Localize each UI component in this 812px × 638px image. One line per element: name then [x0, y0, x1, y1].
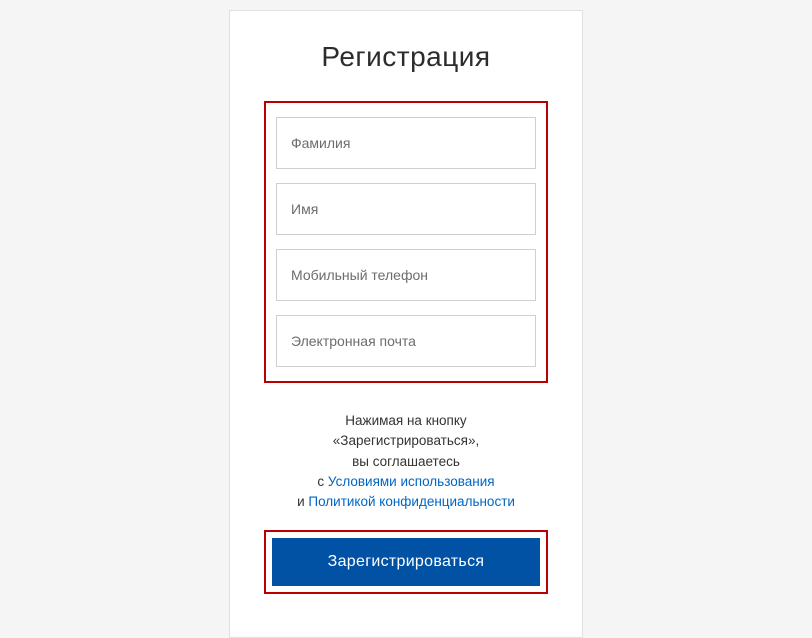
firstname-field[interactable]: [276, 183, 536, 235]
consent-text: Нажимая на кнопку «Зарегистрироваться», …: [264, 411, 548, 512]
consent-line1: Нажимая на кнопку: [345, 413, 466, 428]
phone-field[interactable]: [276, 249, 536, 301]
submit-highlight-box: Зарегистрироваться: [264, 530, 548, 594]
register-button[interactable]: Зарегистрироваться: [272, 538, 540, 586]
terms-link[interactable]: Условиями использования: [328, 474, 495, 489]
email-field[interactable]: [276, 315, 536, 367]
consent-with: с: [317, 474, 328, 489]
page-title: Регистрация: [264, 41, 548, 73]
lastname-field[interactable]: [276, 117, 536, 169]
consent-line3: вы соглашаетесь: [352, 454, 460, 469]
consent-and: и: [297, 494, 308, 509]
registration-card: Регистрация Нажимая на кнопку «Зарегистр…: [229, 10, 583, 638]
consent-line2: «Зарегистрироваться»,: [333, 433, 479, 448]
inputs-highlight-box: [264, 101, 548, 383]
privacy-link[interactable]: Политикой конфиденциальности: [308, 494, 515, 509]
